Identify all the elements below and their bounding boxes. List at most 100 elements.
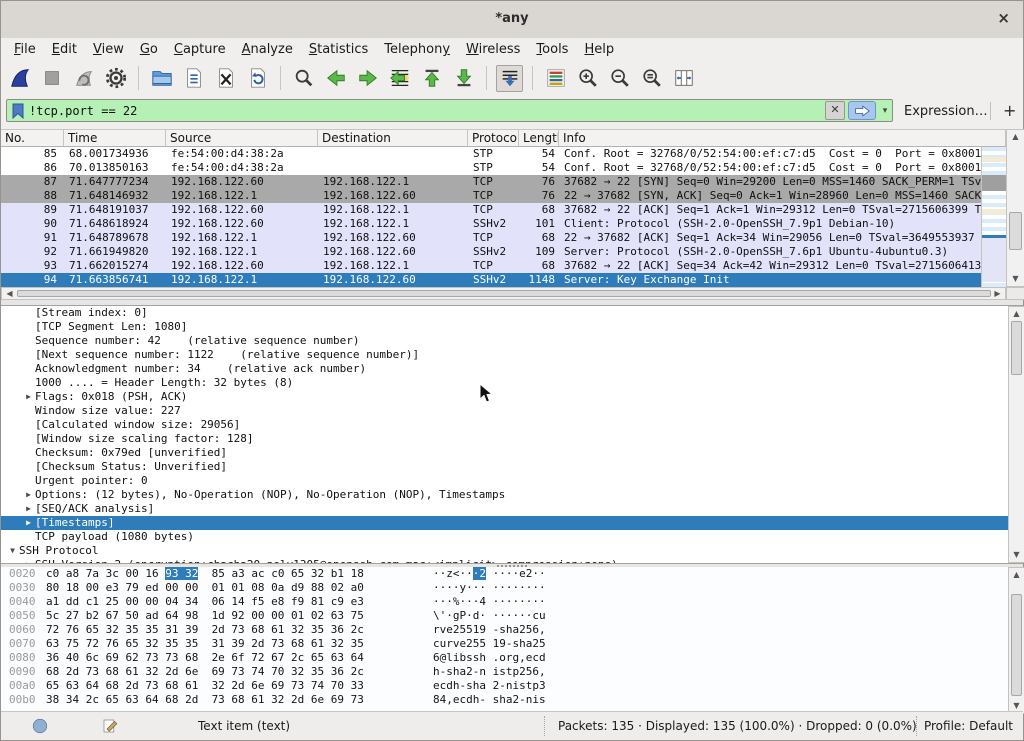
- column-header-destination[interactable]: Destination: [318, 130, 468, 146]
- packet-row-92[interactable]: 9271.661949820192.168.122.1192.168.122.6…: [1, 245, 981, 259]
- menu-view[interactable]: View: [85, 40, 132, 59]
- open-file-icon[interactable]: [148, 65, 175, 92]
- expander-closed-icon[interactable]: ▶: [22, 516, 35, 530]
- packet-list-hscrollbar[interactable]: ◀ ▶: [1, 287, 1006, 300]
- menu-file[interactable]: File: [6, 40, 44, 59]
- scroll-thumb[interactable]: [1011, 594, 1022, 696]
- detail-line-15[interactable]: ▶[Timestamps]: [1, 516, 1023, 530]
- scroll-up-icon[interactable]: ▲: [1009, 308, 1024, 320]
- clear-filter-icon[interactable]: ✕: [825, 101, 845, 120]
- scroll-up-icon[interactable]: ▲: [1009, 569, 1024, 581]
- detail-line-3[interactable]: [Next sequence number: 1122 (relative se…: [1, 348, 1023, 362]
- hex-row-0030[interactable]: 003080 18 00 e3 79 ed 00 00 01 01 08 0a …: [1, 581, 1023, 595]
- expander-open-icon[interactable]: ▼: [6, 544, 19, 558]
- colorize-icon[interactable]: [542, 65, 569, 92]
- hex-row-0080[interactable]: 008036 40 6c 69 62 73 73 68 2e 6f 72 67 …: [1, 651, 1023, 665]
- packet-list-vscrollbar[interactable]: ▲ ▼: [1006, 129, 1024, 287]
- detail-line-1[interactable]: [TCP Segment Len: 1080]: [1, 320, 1023, 334]
- scroll-down-icon[interactable]: ▼: [1007, 273, 1024, 285]
- display-filter-input[interactable]: !tcp.port == 22 ✕ ▾: [6, 99, 893, 122]
- capture-options-icon[interactable]: [102, 65, 129, 92]
- packet-minimap[interactable]: [981, 147, 1006, 287]
- packet-row-93[interactable]: 9371.662015274192.168.122.60192.168.122.…: [1, 259, 981, 273]
- packet-row-86[interactable]: 8670.013850163fe:54:00:d4:38:2aSTP54Conf…: [1, 161, 981, 175]
- go-back-icon[interactable]: [322, 65, 349, 92]
- detail-line-7[interactable]: Window size value: 227: [1, 404, 1023, 418]
- menu-analyze[interactable]: Analyze: [234, 40, 301, 59]
- hex-row-0040[interactable]: 0040a1 dd c1 25 00 00 04 34 06 14 f5 e8 …: [1, 595, 1023, 609]
- column-header-info[interactable]: Info: [559, 130, 1006, 146]
- packet-row-89[interactable]: 8971.648191037192.168.122.60192.168.122.…: [1, 203, 981, 217]
- start-capture-icon[interactable]: [6, 65, 33, 92]
- expander-closed-icon[interactable]: ▶: [22, 488, 35, 502]
- add-filter-button[interactable]: +: [1003, 101, 1016, 120]
- detail-line-8[interactable]: [Calculated window size: 29056]: [1, 418, 1023, 432]
- menu-go[interactable]: Go: [132, 40, 166, 59]
- column-header-no[interactable]: No.: [1, 130, 64, 146]
- reload-file-icon[interactable]: [244, 65, 271, 92]
- packet-row-91[interactable]: 9171.648789678192.168.122.1192.168.122.6…: [1, 231, 981, 245]
- expander-closed-icon[interactable]: ▶: [22, 502, 35, 516]
- apply-filter-icon[interactable]: [848, 101, 876, 120]
- column-header-length[interactable]: Length: [519, 130, 559, 146]
- go-to-packet-icon[interactable]: [386, 65, 413, 92]
- column-header-time[interactable]: Time: [64, 130, 166, 146]
- hex-row-0090[interactable]: 009068 2d 73 68 61 32 2d 6e 69 73 74 70 …: [1, 665, 1023, 679]
- detail-line-11[interactable]: [Checksum Status: Unverified]: [1, 460, 1023, 474]
- detail-line-14[interactable]: ▶[SEQ/ACK analysis]: [1, 502, 1023, 516]
- close-icon[interactable]: ×: [997, 10, 1010, 26]
- save-file-icon[interactable]: [180, 65, 207, 92]
- hex-row-00b0[interactable]: 00b038 34 2c 65 63 64 68 2d 73 68 61 32 …: [1, 693, 1023, 707]
- expander-closed-icon[interactable]: ▶: [22, 390, 35, 404]
- zoom-in-icon[interactable]: [574, 65, 601, 92]
- packet-row-87[interactable]: 8771.647777234192.168.122.60192.168.122.…: [1, 175, 981, 189]
- detail-line-13[interactable]: ▶Options: (12 bytes), No-Operation (NOP)…: [1, 488, 1023, 502]
- menu-statistics[interactable]: Statistics: [301, 40, 376, 59]
- close-file-icon[interactable]: [212, 65, 239, 92]
- detail-line-0[interactable]: [Stream index: 0]: [1, 306, 1023, 320]
- scroll-right-icon[interactable]: ▶: [991, 288, 1004, 299]
- detail-line-6[interactable]: ▶Flags: 0x018 (PSH, ACK): [1, 390, 1023, 404]
- scroll-thumb[interactable]: [1011, 321, 1022, 375]
- details-vscrollbar[interactable]: ▲ ▼: [1008, 306, 1024, 563]
- detail-line-16[interactable]: TCP payload (1080 bytes): [1, 530, 1023, 544]
- hex-row-0050[interactable]: 00505c 27 b2 67 50 ad 64 98 1d 92 00 00 …: [1, 609, 1023, 623]
- detail-line-5[interactable]: 1000 .... = Header Length: 32 bytes (8): [1, 376, 1023, 390]
- hex-row-0020[interactable]: 0020c0 a8 7a 3c 00 16 93 32 85 a3 ac c0 …: [1, 567, 1023, 581]
- zoom-out-icon[interactable]: [606, 65, 633, 92]
- restart-capture-icon[interactable]: [70, 65, 97, 92]
- packet-row-85[interactable]: 8568.001734936fe:54:00:d4:38:2aSTP54Conf…: [1, 147, 981, 161]
- packet-row-88[interactable]: 8871.648146932192.168.122.1192.168.122.6…: [1, 189, 981, 203]
- go-last-icon[interactable]: [450, 65, 477, 92]
- resize-columns-icon[interactable]: [670, 65, 697, 92]
- column-header-protocol[interactable]: Protocol: [468, 130, 519, 146]
- profile-status[interactable]: Profile: Default: [924, 719, 1013, 733]
- bookmark-icon[interactable]: [7, 102, 29, 120]
- stop-capture-icon[interactable]: [38, 65, 65, 92]
- hex-row-00a0[interactable]: 00a065 63 64 68 2d 73 68 61 32 2d 6e 69 …: [1, 679, 1023, 693]
- scroll-thumb[interactable]: [1009, 212, 1022, 250]
- capture-comment-icon[interactable]: [101, 717, 119, 735]
- hex-vscrollbar[interactable]: ▲ ▼: [1008, 567, 1024, 714]
- detail-line-12[interactable]: Urgent pointer: 0: [1, 474, 1023, 488]
- auto-scroll-icon[interactable]: [496, 65, 523, 92]
- menu-edit[interactable]: Edit: [44, 40, 85, 59]
- column-header-source[interactable]: Source: [166, 130, 318, 146]
- find-packet-icon[interactable]: [290, 65, 317, 92]
- hex-row-0070[interactable]: 007063 75 72 76 65 32 35 35 31 39 2d 73 …: [1, 637, 1023, 651]
- detail-line-17[interactable]: ▼SSH Protocol: [1, 544, 1023, 558]
- scroll-down-icon[interactable]: ▼: [1009, 549, 1024, 561]
- detail-line-9[interactable]: [Window size scaling factor: 128]: [1, 432, 1023, 446]
- detail-line-10[interactable]: Checksum: 0x79ed [unverified]: [1, 446, 1023, 460]
- menu-wireless[interactable]: Wireless: [458, 40, 528, 59]
- menu-capture[interactable]: Capture: [166, 40, 234, 59]
- filter-text[interactable]: !tcp.port == 22: [29, 104, 825, 118]
- title-bar[interactable]: *any ×: [1, 1, 1023, 39]
- scroll-left-icon[interactable]: ◀: [3, 288, 16, 299]
- scroll-thumb[interactable]: [17, 290, 991, 297]
- packet-row-94[interactable]: 9471.663856741192.168.122.1192.168.122.6…: [1, 273, 981, 287]
- menu-help[interactable]: Help: [576, 40, 622, 59]
- detail-line-2[interactable]: Sequence number: 42 (relative sequence n…: [1, 334, 1023, 348]
- zoom-original-icon[interactable]: [638, 65, 665, 92]
- menu-telephony[interactable]: Telephony: [376, 40, 458, 59]
